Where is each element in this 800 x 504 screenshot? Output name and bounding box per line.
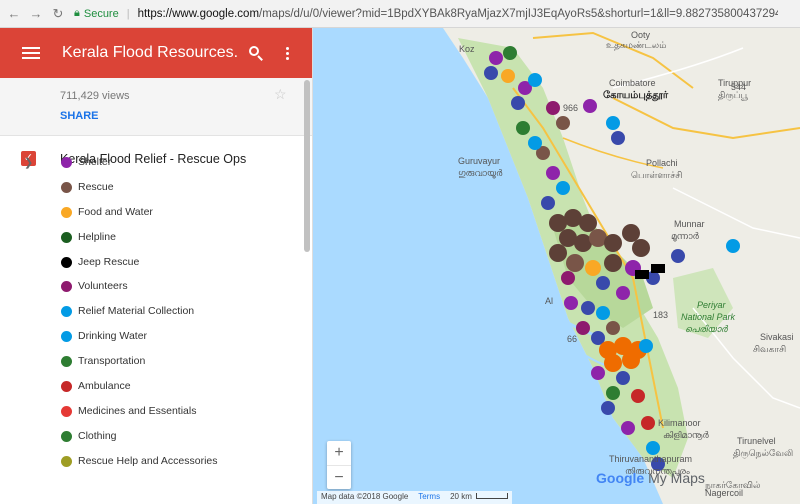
highway-shield-66: 66 [567,334,578,344]
share-button[interactable]: SHARE [60,110,99,122]
back-arrow-icon[interactable]: ← [6,6,22,22]
sidebar-header: Kerala Flood Resources... [0,28,312,78]
map-attribution: Map data ©2018 Google Terms 20 km [317,491,512,504]
place-label-thiruvananthapuram: Thiruvananthapuram [609,454,693,464]
place-label-ooty: Ooty [631,30,651,40]
view-count: 711,429 views [60,90,130,102]
menu-icon[interactable] [22,47,40,59]
reload-icon[interactable]: ↻ [50,6,66,22]
more-options-icon[interactable] [286,46,289,60]
food-icon [61,206,72,218]
legend-label: Jeep Rescue [78,255,140,268]
place-label-nagercoil-ta: நாகர்கோவில் [705,480,761,490]
place-label-munnar: Munnar [674,219,705,229]
place-label-periyar: Periyar [697,300,726,310]
address-bar[interactable]: https://www.google.com/maps/d/u/0/viewer… [138,8,778,20]
place-label-alappuzha: Al [545,296,554,306]
search-icon[interactable] [248,45,264,61]
map-canvas[interactable]: Ooty உதகமண்டலம் Koz Coimbatore கோயம்புத்… [313,28,800,504]
legend-list: ❯ Shelter Rescue Food and Water Helpline… [0,152,313,476]
phone-icon [61,231,72,243]
place-label-coimbatore-ta: கோயம்புத்தூர் [603,90,669,101]
lock-icon: 🔒︎ [74,7,80,19]
legend-label: Relief Material Collection [78,305,195,318]
secure-label: Secure [83,7,119,20]
legend-item-rescue-help[interactable]: Rescue Help and Accessories [0,451,313,476]
attribution-text: Map data ©2018 Google [321,492,409,501]
url-separator: | [126,7,130,20]
legend-label: Transportation [78,355,146,368]
place-label-tirunelveli-ta: திருநெல்வேலி [733,448,794,458]
place-label-periyar-np: National Park [681,312,736,322]
highway-shield-544: 544 [731,82,747,92]
place-label-kozhikode: Koz [459,44,475,54]
legend-item-ambulance[interactable]: Ambulance [0,376,313,401]
map-title[interactable]: Kerala Flood Resources... [62,44,238,62]
terms-link[interactable]: Terms [418,492,440,503]
legend-item-drinking-water[interactable]: Drinking Water [0,326,313,351]
star-icon[interactable]: ☆ [274,86,287,103]
pin-icon [61,430,72,442]
legend-label: Volunteers [78,280,128,293]
browser-toolbar: ← → ↻ 🔒︎ Secure | https://www.google.com… [0,0,800,28]
legend-label: Drinking Water [78,330,148,343]
rescue-icon [61,181,72,193]
legend-label: Shelter [78,156,112,168]
heart-icon [61,281,72,293]
map-meta: 711,429 views SHARE ☆ [0,78,312,136]
legend-label: Food and Water [78,205,153,218]
place-label-guruvayur-ml: ഗുരുവായൂർ [458,168,503,178]
legend-item-medicines[interactable]: Medicines and Essentials [0,401,313,426]
bus-icon [61,356,72,368]
place-label-guruvayur: Guruvayur [458,156,501,166]
jeep-icon [61,256,72,268]
place-label-pollachi: Pollachi [646,158,678,168]
highway-shield-966: 966 [563,103,579,113]
zoom-in-button[interactable]: + [327,441,351,465]
legend-item-shelter[interactable]: ❯ Shelter [0,152,313,177]
url-path: /maps/d/u/0/viewer?mid=1BpdXYBAk8RyaMjaz… [259,7,778,20]
place-label-udhagamandalam: உதகமண்டலம் [606,40,667,50]
legend-item-volunteers[interactable]: Volunteers [0,276,313,301]
zoom-control: + − [327,441,351,489]
pin-icon [61,455,72,467]
place-label-coimbatore: Coimbatore [609,78,656,88]
collection-icon [61,306,72,318]
legend-item-transportation[interactable]: Transportation [0,351,313,376]
mymaps-wordmark: My Maps [648,470,705,486]
legend-label: Ambulance [78,380,131,393]
place-label-munnar-ml: മൂന്നാർ [671,231,699,241]
place-label-periyar-ml: പെരിയാർ [685,324,728,334]
scale-bar [475,493,508,499]
legend-label: Clothing [78,429,117,442]
legend-item-relief-material[interactable]: Relief Material Collection [0,301,313,326]
shelter-icon [61,157,72,168]
legend-item-clothing[interactable]: Clothing [0,426,313,451]
legend-item-helpline[interactable]: Helpline [0,227,313,252]
legend-label: Medicines and Essentials [78,404,197,417]
water-drop-icon [61,331,72,343]
forward-arrow-icon[interactable]: → [28,6,44,22]
place-label-sivakasi-ta: சிவகாசி [753,344,787,354]
legend-label: Rescue Help and Accessories [78,454,218,467]
place-label-kilimanoor-ml: കിളിമാനൂർ [663,430,709,440]
collapse-chevron-icon[interactable]: ❯ [24,156,33,169]
scale-label: 20 km [450,492,508,503]
legend-item-rescue[interactable]: Rescue [0,177,313,202]
zoom-out-button[interactable]: − [327,466,351,490]
place-label-sivakasi: Sivakasi [760,332,794,342]
legend-item-jeep-rescue[interactable]: Jeep Rescue [0,252,313,277]
medicine-icon [61,405,72,417]
google-my-maps-logo: Google My Maps [596,470,705,486]
legend-label: Rescue [78,180,114,193]
place-label-pollachi-ta: பொள்ளாச்சி [631,170,683,180]
place-label-tirunelveli: Tirunelvel [737,436,776,446]
legend-label: Helpline [78,230,116,243]
highway-shield-183: 183 [653,310,669,320]
url-host: https://www.google.com [137,7,260,20]
google-wordmark: Google [596,470,645,486]
legend-item-food-and-water[interactable]: Food and Water [0,202,313,227]
place-label-kilimanoor: Kilimanoor [658,418,701,428]
ambulance-icon [61,381,72,393]
